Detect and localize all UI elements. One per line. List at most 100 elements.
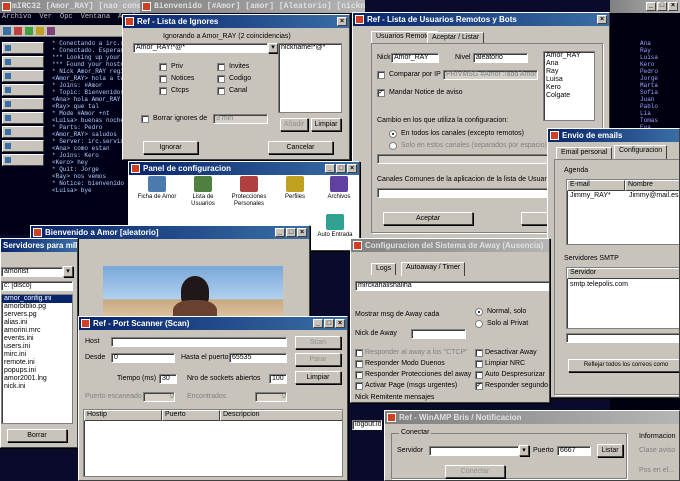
auto-remove-select[interactable]: 3 min	[213, 114, 268, 124]
cp-maximize-button[interactable]: □	[336, 164, 346, 173]
nick-input[interactable]: Amor_RAY	[391, 53, 439, 63]
notify-server-dropdown[interactable]: ▾	[519, 445, 529, 456]
ps-clear-button[interactable]: Limpiar	[295, 371, 341, 384]
disconnect-icon[interactable]	[14, 27, 22, 35]
irc-window-button[interactable]: Amor	[2, 154, 44, 166]
agenda-list[interactable]: E-mail Nombre Jimmy_RAY* Jimmy@mail.es	[566, 179, 679, 245]
smtp-extra-input[interactable]	[566, 333, 679, 343]
col-host-header[interactable]: Hostip	[84, 410, 162, 421]
ignore-invites-checkbox[interactable]	[217, 63, 225, 71]
control-panel-item[interactable]: Auto Entrada	[313, 214, 357, 239]
file-item[interactable]: alias.ini	[2, 319, 72, 327]
minimize-button[interactable]: _	[646, 2, 656, 11]
ignore-priv-checkbox[interactable]	[159, 63, 167, 71]
timeout-input[interactable]: 30	[159, 374, 177, 384]
ignore-cancel-button[interactable]: Cancelar	[268, 141, 333, 154]
stop-button[interactable]: Parar	[295, 353, 341, 366]
file-item[interactable]: servers.pg	[2, 311, 72, 319]
options-icon[interactable]	[25, 27, 33, 35]
reflect-all-button[interactable]: Reflejar todos los correos como	[568, 359, 679, 372]
remote-user-item[interactable]: Amor_RAY	[544, 52, 594, 60]
file-item[interactable]: amor_config.ini	[2, 295, 72, 303]
cp-close-button[interactable]: ×	[347, 164, 357, 173]
irc-menu-item[interactable]: Ver	[39, 13, 52, 21]
ignore-add-button[interactable]: Añadir	[280, 118, 308, 131]
nick-item[interactable]: Luisa	[640, 54, 680, 61]
irc-window-button[interactable]: Grupos	[2, 140, 44, 152]
scan-results-list[interactable]: Hostip Puerto Descripcion	[83, 409, 343, 477]
ignore-canal-checkbox[interactable]	[217, 87, 225, 95]
file-type-select[interactable]: amorlist	[1, 267, 63, 277]
remote-users-close-button[interactable]: ×	[597, 15, 607, 24]
control-panel-item[interactable]: Perfiles	[273, 176, 317, 201]
normal-radio[interactable]	[475, 308, 483, 316]
ps-maximize-button[interactable]: □	[324, 319, 334, 328]
col-server-header[interactable]: Servidor	[567, 268, 679, 279]
irc-window-button[interactable]: Bienvenido	[2, 70, 44, 82]
control-panel-item[interactable]: Ficha de Amor	[135, 176, 179, 201]
away-check-duenos[interactable]	[355, 360, 363, 368]
remote-users-accept-button[interactable]: Aceptar	[383, 212, 473, 225]
away-check-protect[interactable]	[355, 371, 363, 379]
away-nick-input[interactable]: mirckahalishaliha	[355, 281, 549, 291]
irc-window-button[interactable]: Status	[2, 42, 44, 54]
remote-user-item[interactable]: Colgate	[544, 92, 594, 100]
ignore-list[interactable]: nickname!*@*	[278, 43, 342, 113]
remote-user-item[interactable]: Ana	[544, 60, 594, 68]
agenda-row-email[interactable]: Jimmy_RAY*	[570, 192, 611, 199]
nick-item[interactable]: Ray	[640, 47, 680, 54]
scan-button[interactable]: Scan	[295, 336, 341, 349]
irc-window-button[interactable]: Ayuda	[2, 126, 44, 138]
nick-item[interactable]: Ana	[640, 40, 680, 47]
cp-minimize-button[interactable]: _	[325, 164, 335, 173]
file-item[interactable]: nick.ini	[2, 383, 72, 391]
ignore-submit-button[interactable]: Ignorar	[143, 141, 198, 154]
file-delete-button[interactable]: Borrar	[7, 429, 67, 442]
ignore-list-item[interactable]: nickname!*@*	[279, 44, 341, 52]
file-item[interactable]: mirc.ini	[2, 351, 72, 359]
ignore-ctcps-checkbox[interactable]	[159, 87, 167, 95]
control-panel-item[interactable]: Protecciones Personales	[227, 176, 271, 208]
private-radio[interactable]	[475, 320, 483, 328]
ignore-clear-button[interactable]: Limpiar	[311, 118, 341, 131]
ignore-nick-input[interactable]: Amor_RAY!*@*	[133, 43, 268, 53]
col-name-header[interactable]: Nombre	[625, 180, 679, 191]
away-check-ctcp[interactable]	[355, 349, 363, 357]
away-check-auto[interactable]	[475, 371, 483, 379]
notify-server-input[interactable]	[429, 446, 519, 456]
col-port-header[interactable]: Puerto	[162, 410, 220, 421]
away-check-second[interactable]: ✓	[475, 382, 483, 390]
irc-window-button[interactable]: Usuarios	[2, 112, 44, 124]
remote-user-item[interactable]: Luisa	[544, 76, 594, 84]
maximize-button[interactable]: □	[657, 2, 667, 11]
nick-item[interactable]: Kero	[640, 61, 680, 68]
drive-select[interactable]: c: [disco]	[1, 281, 73, 291]
nick-item[interactable]: Marta	[640, 82, 680, 89]
col-email-header[interactable]: E-mail	[567, 180, 625, 191]
file-type-dropdown-button[interactable]: ▾	[63, 266, 73, 277]
nick-item[interactable]: Lia	[640, 110, 680, 117]
some-channels-radio[interactable]	[389, 142, 397, 150]
mandar-notice-checkbox[interactable]: ✓	[377, 89, 385, 97]
notify-list-button[interactable]: Listar	[597, 444, 623, 457]
ignore-nick-dropdown-button[interactable]: ▾	[268, 43, 278, 53]
away-log-input[interactable]: logout.log	[352, 420, 382, 430]
away-check-disable[interactable]	[475, 349, 483, 357]
tab-autoaway[interactable]: Autoaway / Timer	[401, 262, 466, 276]
photo-minimize-button[interactable]: _	[275, 228, 285, 237]
smtp-server-row[interactable]: smtp.telepolis.com	[570, 281, 628, 288]
tab-email-personal[interactable]: Email personal	[556, 147, 613, 159]
file-item[interactable]: amorini.mrc	[2, 327, 72, 335]
agenda-row-name[interactable]: Jimmy@mail.es	[629, 192, 679, 199]
close-button[interactable]: ×	[668, 2, 678, 11]
file-item[interactable]: amor2001.lng	[2, 375, 72, 383]
remote-users-list[interactable]: Amor_RAY Ana Ray Luisa Kero Colgate	[543, 51, 595, 121]
file-item[interactable]: amorbiblio.pg	[2, 303, 72, 311]
nick-item[interactable]: Jorge	[640, 75, 680, 82]
nick-item[interactable]: Juan	[640, 96, 680, 103]
from-port-input[interactable]: 0	[111, 353, 175, 363]
file-item[interactable]: popups.ini	[2, 367, 72, 375]
irc-menu-item[interactable]: Archivo	[2, 13, 31, 21]
max-sockets-input[interactable]: 100	[269, 374, 287, 384]
remote-user-item[interactable]: Kero	[544, 84, 594, 92]
